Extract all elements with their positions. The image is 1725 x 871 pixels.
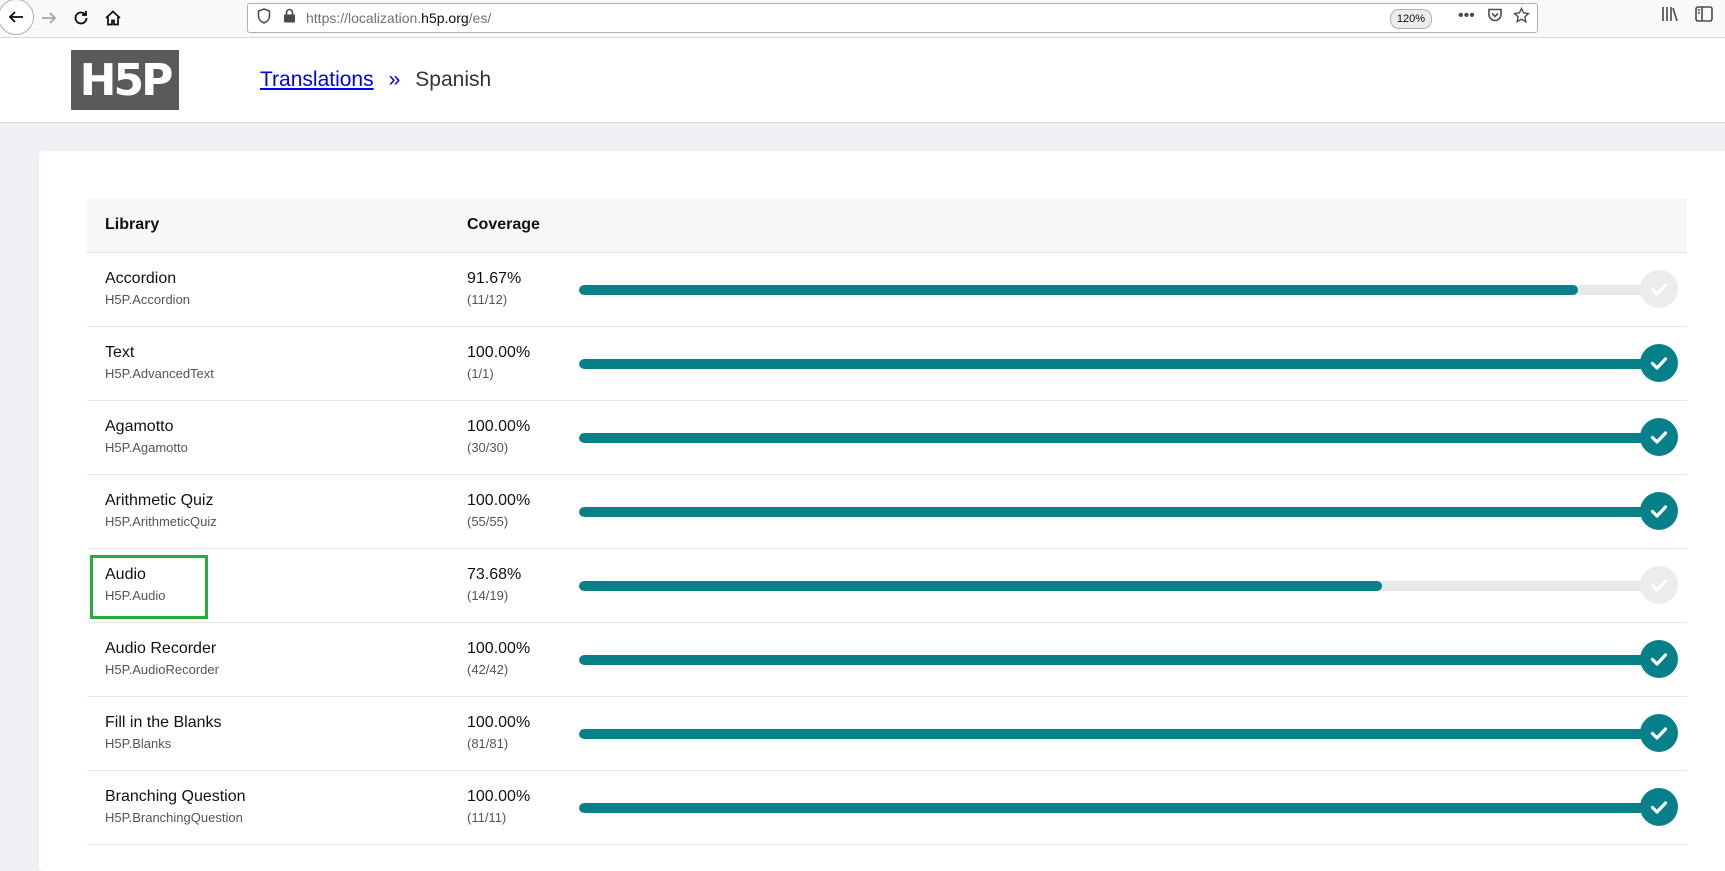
- coverage-percent: 100.00%: [467, 492, 531, 509]
- table-row: Audio Recorder H5P.AudioRecorder 100.00% (4…: [87, 623, 1687, 697]
- back-arrow-icon: [8, 11, 23, 23]
- table-body: Accordion H5P.Accordion 91.67% (11/12) Text H…: [87, 253, 1687, 845]
- content-card: Library Coverage Accordion H5P.Accordion 9…: [39, 151, 1725, 871]
- complete-check-icon: [1640, 270, 1678, 308]
- table-header: Library Coverage: [87, 199, 1687, 253]
- browser-toolbar: https://localization.h5p.org/es/ 120% ••…: [0, 0, 1725, 38]
- coverage-progress-fill: [579, 285, 1579, 295]
- library-icon[interactable]: [1661, 6, 1679, 27]
- library-machine-name: H5P.BranchingQuestion: [105, 810, 243, 825]
- coverage-progress-bar: [579, 729, 1669, 739]
- coverage-count: (11/11): [467, 810, 507, 825]
- breadcrumb-separator: »: [388, 68, 401, 91]
- table-row: Audio H5P.Audio 73.68% (14/19): [87, 549, 1687, 623]
- coverage-count: (1/1): [467, 366, 494, 381]
- lock-icon[interactable]: [283, 8, 296, 27]
- coverage-progress-fill: [579, 433, 1669, 443]
- tracking-shield-icon[interactable]: [257, 8, 271, 28]
- coverage-progress-bar: [579, 285, 1669, 295]
- complete-check-icon: [1640, 492, 1678, 530]
- home-button[interactable]: [97, 0, 129, 35]
- coverage-progress-bar: [579, 655, 1669, 665]
- complete-check-icon: [1640, 566, 1678, 604]
- table-row: Agamotto H5P.Agamotto 100.00% (30/30): [87, 401, 1687, 475]
- breadcrumb-current: Spanish: [415, 68, 492, 91]
- coverage-progress-fill: [579, 359, 1669, 369]
- coverage-table: Library Coverage Accordion H5P.Accordion 9…: [87, 199, 1687, 845]
- coverage-count: (42/42): [467, 662, 509, 677]
- coverage-progress-bar: [579, 803, 1669, 813]
- coverage-progress-bar: [579, 507, 1669, 517]
- library-name[interactable]: Audio Recorder: [105, 640, 216, 658]
- coverage-progress-fill: [579, 581, 1383, 591]
- library-name[interactable]: Agamotto: [105, 418, 173, 436]
- coverage-percent: 100.00%: [467, 714, 531, 731]
- coverage-percent: 73.68%: [467, 566, 522, 583]
- forward-arrow-icon: [42, 11, 57, 24]
- coverage-percent: 91.67%: [467, 270, 522, 287]
- coverage-progress-fill: [579, 655, 1669, 665]
- highlight-box: [90, 555, 208, 619]
- library-machine-name: H5P.Accordion: [105, 292, 191, 307]
- coverage-progress-bar: [579, 581, 1669, 591]
- library-name[interactable]: Fill in the Blanks: [105, 714, 222, 732]
- sidebar-toggle-icon[interactable]: [1695, 6, 1713, 27]
- coverage-percent: 100.00%: [467, 640, 531, 657]
- library-machine-name: H5P.ArithmeticQuiz: [105, 514, 217, 529]
- bookmark-star-icon[interactable]: [1513, 6, 1530, 29]
- url-bar[interactable]: https://localization.h5p.org/es/ 120% ••…: [247, 3, 1538, 33]
- table-row: Text H5P.AdvancedText 100.00% (1/1): [87, 327, 1687, 401]
- breadcrumb-translations-link[interactable]: Translations: [260, 68, 374, 91]
- home-icon: [105, 9, 121, 25]
- h5p-logo[interactable]: H5P: [71, 50, 179, 110]
- column-header-library: Library: [105, 216, 160, 233]
- coverage-count: (14/19): [467, 588, 509, 603]
- coverage-count: (30/30): [467, 440, 509, 455]
- reload-icon: [74, 10, 88, 24]
- complete-check-icon: [1640, 714, 1678, 752]
- page-actions-icon[interactable]: •••: [1458, 7, 1475, 25]
- breadcrumb: Translations » Spanish: [260, 68, 491, 92]
- library-machine-name: H5P.AdvancedText: [105, 366, 214, 381]
- table-row: Arithmetic Quiz H5P.ArithmeticQuiz 100.00%…: [87, 475, 1687, 549]
- back-button[interactable]: [0, 0, 34, 35]
- forward-button[interactable]: [33, 0, 65, 35]
- reload-button[interactable]: [65, 0, 97, 35]
- coverage-count: (55/55): [467, 514, 509, 529]
- coverage-percent: 100.00%: [467, 418, 531, 435]
- library-machine-name: H5P.AudioRecorder: [105, 662, 219, 677]
- library-machine-name: H5P.Agamotto: [105, 440, 188, 455]
- table-row: Fill in the Blanks H5P.Blanks 100.00% (81/8…: [87, 697, 1687, 771]
- library-name[interactable]: Text: [105, 344, 134, 362]
- coverage-progress-fill: [579, 729, 1669, 739]
- coverage-percent: 100.00%: [467, 788, 531, 805]
- table-row: Accordion H5P.Accordion 91.67% (11/12): [87, 253, 1687, 327]
- column-header-coverage: Coverage: [467, 216, 540, 233]
- coverage-progress-fill: [579, 507, 1669, 517]
- complete-check-icon: [1640, 344, 1678, 382]
- site-header: H5P Translations » Spanish: [0, 38, 1725, 123]
- coverage-percent: 100.00%: [467, 344, 531, 361]
- library-machine-name: H5P.Blanks: [105, 736, 172, 751]
- coverage-count: (81/81): [467, 736, 509, 751]
- coverage-progress-bar: [579, 433, 1669, 443]
- coverage-count: (11/12): [467, 292, 508, 307]
- coverage-progress-bar: [579, 359, 1669, 369]
- library-name[interactable]: Accordion: [105, 270, 176, 288]
- url-text[interactable]: https://localization.h5p.org/es/: [306, 10, 491, 26]
- complete-check-icon: [1640, 788, 1678, 826]
- coverage-progress-fill: [579, 803, 1669, 813]
- zoom-level-badge[interactable]: 120%: [1390, 9, 1432, 29]
- complete-check-icon: [1640, 640, 1678, 678]
- pocket-icon[interactable]: [1487, 7, 1503, 28]
- complete-check-icon: [1640, 418, 1678, 456]
- table-row: Branching Question H5P.BranchingQuestion 1…: [87, 771, 1687, 845]
- library-name[interactable]: Arithmetic Quiz: [105, 492, 213, 510]
- library-name[interactable]: Branching Question: [105, 788, 246, 806]
